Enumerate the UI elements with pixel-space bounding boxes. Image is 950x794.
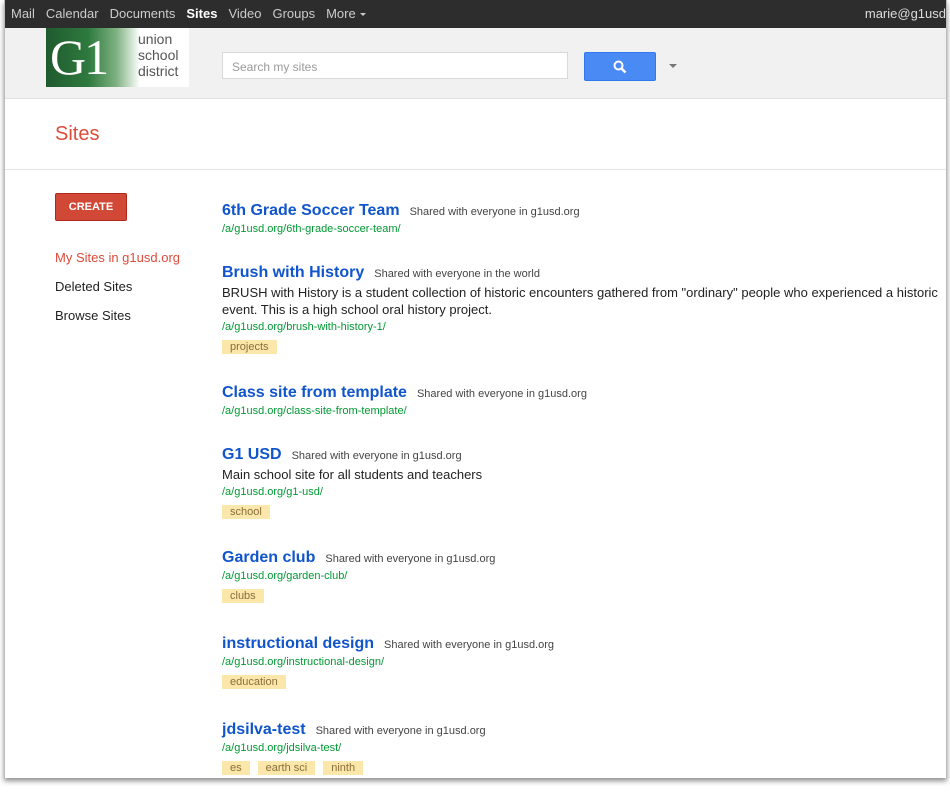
search-input[interactable]: Search my sites [222, 52, 568, 79]
gbar-mail[interactable]: Mail [11, 6, 35, 21]
sidebar-item-browse-sites[interactable]: Browse Sites [55, 308, 180, 337]
logo-line-3: district [138, 63, 179, 79]
site-url[interactable]: /a/g1usd.org/6th-grade-soccer-team/ [222, 223, 580, 235]
site-name-link[interactable]: jdsilva-test [222, 721, 306, 738]
logo-line-1: union [138, 31, 173, 47]
site-name-link[interactable]: Brush with History [222, 264, 364, 281]
site-url[interactable]: /a/g1usd.org/jdsilva-test/ [222, 742, 486, 754]
header: G1 union school district Search my sites [5, 28, 946, 99]
google-bar: Mail Calendar Documents Sites Video Grou… [5, 0, 946, 28]
gbar-sites[interactable]: Sites [186, 6, 217, 21]
share-status: Shared with everyone in g1usd.org [291, 450, 462, 462]
school-logo[interactable]: G1 union school district [46, 28, 189, 87]
site-description: Main school site for all students and te… [222, 467, 483, 482]
sidebar-item-my-sites[interactable]: My Sites in g1usd.org [55, 250, 180, 279]
search-icon [613, 60, 627, 74]
site-name-link[interactable]: Garden club [222, 549, 315, 566]
share-status: Shared with everyone in g1usd.org [416, 388, 587, 400]
site-description: BRUSH with History is a student collecti… [222, 285, 938, 317]
list-item: instructional design Shared with everyone… [222, 635, 554, 689]
list-item: jdsilva-test Shared with everyone in g1us… [222, 721, 486, 775]
search-options-dropdown-icon[interactable] [669, 64, 677, 68]
site-url[interactable]: /a/g1usd.org/brush-with-history-1/ [222, 321, 944, 333]
sidebar-nav: My Sites in g1usd.org Deleted Sites Brow… [55, 250, 180, 337]
site-url[interactable]: /a/g1usd.org/garden-club/ [222, 570, 495, 582]
share-status: Shared with everyone in g1usd.org [384, 639, 555, 651]
site-name-link[interactable]: 6th Grade Soccer Team [222, 202, 400, 219]
share-status: Shared with everyone in g1usd.org [325, 553, 496, 565]
site-tag[interactable]: es [222, 761, 250, 775]
share-status: Shared with everyone in g1usd.org [315, 725, 486, 737]
gbar-more[interactable]: More [326, 6, 366, 21]
create-button[interactable]: CREATE [55, 193, 127, 221]
list-item: Brush with History Shared with everyone i… [222, 264, 944, 354]
site-tag[interactable]: earth sci [257, 761, 316, 775]
logo-line-2: school [138, 47, 179, 63]
site-name-link[interactable]: Class site from template [222, 384, 407, 401]
gbar-video[interactable]: Video [228, 6, 261, 21]
sidebar-item-deleted-sites[interactable]: Deleted Sites [55, 279, 180, 308]
site-tag[interactable]: education [222, 675, 286, 689]
gbar-groups[interactable]: Groups [272, 6, 315, 21]
gbar-calendar[interactable]: Calendar [46, 6, 99, 21]
site-tag[interactable]: school [222, 505, 270, 519]
page-title: Sites [55, 123, 100, 145]
site-tag[interactable]: clubs [222, 589, 264, 603]
logo-text: union school district [138, 31, 178, 79]
share-status: Shared with everyone in the world [374, 268, 540, 280]
share-status: Shared with everyone in g1usd.org [409, 206, 580, 218]
gbar-documents[interactable]: Documents [110, 6, 176, 21]
site-url[interactable]: /a/g1usd.org/class-site-from-template/ [222, 405, 587, 417]
site-tag[interactable]: projects [222, 340, 277, 354]
search-button[interactable] [584, 52, 656, 81]
browser-window: Mail Calendar Documents Sites Video Grou… [4, 0, 947, 778]
list-item: Class site from template Shared with ever… [222, 384, 587, 417]
site-name-link[interactable]: instructional design [222, 635, 374, 652]
site-url[interactable]: /a/g1usd.org/instructional-design/ [222, 656, 554, 668]
site-url[interactable]: /a/g1usd.org/g1-usd/ [222, 486, 944, 498]
list-item: Garden club Shared with everyone in g1usd… [222, 549, 495, 603]
user-account[interactable]: marie@g1usd [865, 6, 946, 21]
title-bar: Sites [5, 99, 946, 170]
site-name-link[interactable]: G1 USD [222, 446, 282, 463]
gbar-nav: Mail Calendar Documents Sites Video Grou… [11, 6, 377, 21]
list-item: G1 USD Shared with everyone in g1usd.org … [222, 446, 944, 519]
list-item: 6th Grade Soccer Team Shared with everyon… [222, 202, 580, 235]
logo-mark: G1 [46, 28, 140, 87]
site-tag[interactable]: ninth [323, 761, 364, 775]
